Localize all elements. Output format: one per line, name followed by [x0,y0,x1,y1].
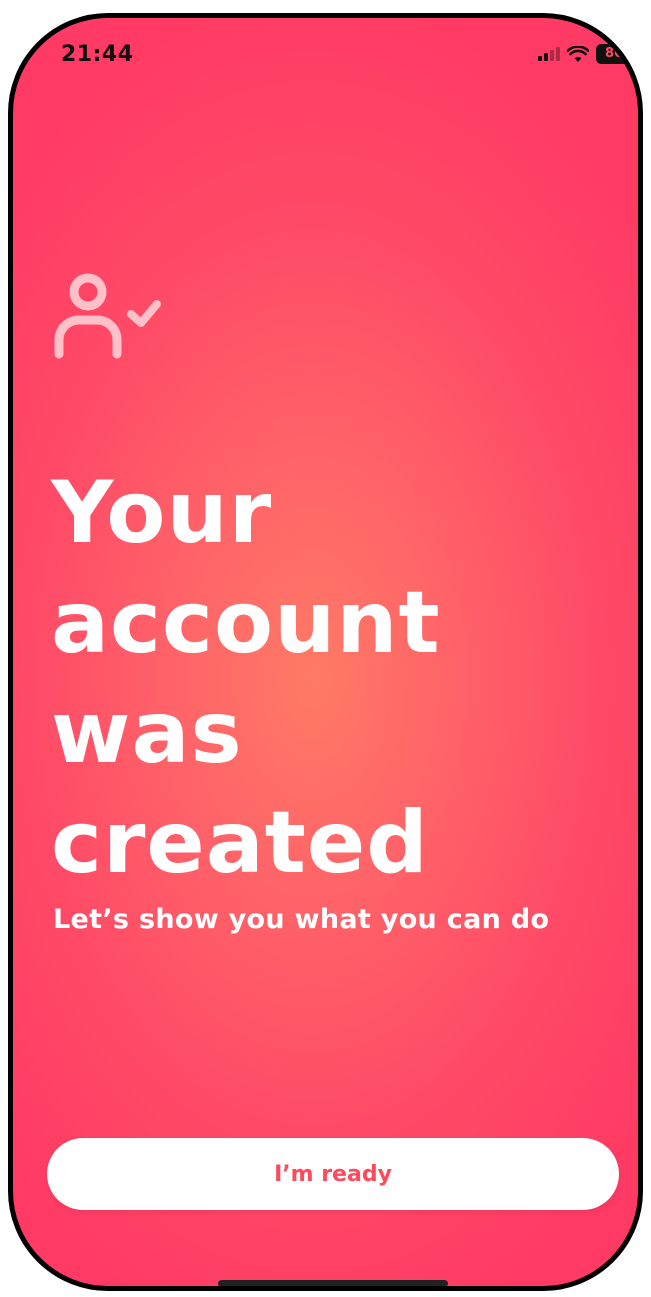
title-line: Your [51,463,273,563]
status-time: 21:44 [61,42,134,67]
signal-bars-icon [538,47,560,61]
page-title: Your account was created [51,458,611,898]
phone-screen: 21:44 86 Your account was created Let’s … [8,13,643,1291]
title-line: account [51,573,441,673]
home-indicator[interactable] [218,1280,448,1286]
title-line: was [51,683,243,783]
user-check-icon [54,273,161,359]
status-icons: 86 [538,44,632,64]
im-ready-button[interactable]: I’m ready [47,1138,619,1210]
status-bar: 21:44 86 [13,18,638,78]
battery-icon: 86 [596,44,632,64]
title-line: created [51,793,429,893]
page-subtitle: Let’s show you what you can do [53,904,550,935]
wifi-icon [567,45,589,62]
